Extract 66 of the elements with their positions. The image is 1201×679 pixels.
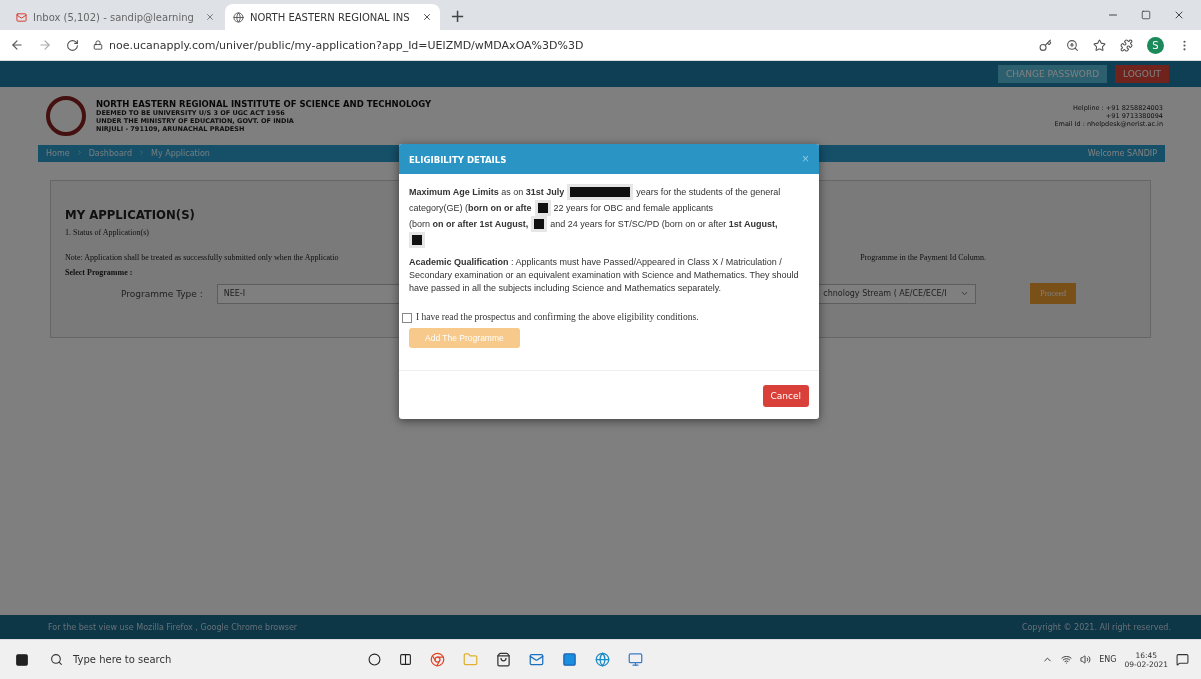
dialog-title: ELIGIBILITY DETAILS <box>409 153 507 165</box>
institute-logo <box>46 96 86 136</box>
welcome-text: Welcome SANDIP <box>1087 149 1157 158</box>
back-icon[interactable] <box>10 38 24 52</box>
checkbox-label: I have read the prospectus and confirming the above eligibility conditions. <box>416 311 699 324</box>
puzzle-icon[interactable] <box>1120 38 1133 52</box>
new-tab-button[interactable]: + <box>442 4 474 26</box>
logout-button[interactable]: LOGOUT <box>1115 65 1169 83</box>
breadcrumb-separator <box>138 149 146 158</box>
copyright-text: Copyright © 2021. All right reserved. <box>1021 622 1171 632</box>
section-heading: 1. Status of Application(s) <box>65 228 149 237</box>
age-limit-text: 22 years for OBC and female applicants <box>553 201 714 215</box>
language-indicator[interactable]: ENG <box>1099 655 1117 664</box>
redaction-block <box>409 232 425 248</box>
breadcrumb-separator <box>75 149 83 158</box>
close-icon[interactable] <box>205 12 215 22</box>
page-heading: MY APPLICATION(S) <box>65 207 195 222</box>
lock-icon <box>93 40 103 50</box>
volume-icon[interactable] <box>1080 654 1092 665</box>
wifi-icon[interactable] <box>1061 654 1073 665</box>
url-field[interactable]: noe.ucanapply.com/univer/public/my-application?app_Id=UElZMD/wMDAxOA%3D%3D <box>109 38 584 52</box>
breadcrumb-link[interactable]: Home <box>46 149 70 158</box>
browser-tab[interactable]: Inbox (5,102) - sandip@learning <box>8 4 223 30</box>
age-limit-text: (born on or after 1st August, <box>409 217 529 231</box>
close-icon[interactable] <box>422 12 432 22</box>
breadcrumb-link[interactable]: My Application <box>151 149 210 158</box>
age-limit-text: and 24 years for ST/SC/PD (born on or after 1st August, <box>550 217 778 231</box>
taskbar-search-field[interactable]: Type here to search <box>73 654 172 665</box>
globe-icon <box>233 11 244 23</box>
age-limit-text: years for the students of the general <box>636 185 781 199</box>
breadcrumb-link[interactable]: Dashboard <box>88 149 133 158</box>
reload-icon[interactable] <box>66 38 79 52</box>
maximize-icon[interactable] <box>1141 10 1151 20</box>
app-tile-icon[interactable] <box>562 652 577 667</box>
app-window-icon[interactable] <box>628 652 643 667</box>
notification-icon[interactable] <box>1176 653 1189 666</box>
chevron-down-icon <box>960 289 970 298</box>
redaction-block <box>567 184 634 200</box>
note-text: Programme in the Payment Id Column. <box>860 253 986 262</box>
browser-icon[interactable] <box>430 652 445 667</box>
star-icon[interactable] <box>1093 38 1106 52</box>
close-icon[interactable] <box>1173 9 1185 21</box>
redaction-block <box>534 200 551 216</box>
footer-text: For the best view use Mozilla Firefox , Google Chrome browser <box>48 622 298 632</box>
key-icon[interactable] <box>1039 38 1052 52</box>
mail-icon <box>16 11 27 23</box>
field-label: Programme Type : <box>121 288 203 299</box>
mail-icon[interactable] <box>529 652 544 667</box>
stream-select[interactable]: chnology Stream ( AE/CE/ECE/I <box>816 283 977 304</box>
task-view-icon[interactable] <box>399 653 412 666</box>
zoom-icon[interactable] <box>1066 38 1079 52</box>
checkbox[interactable] <box>402 312 412 323</box>
windows-start-icon[interactable] <box>15 652 29 667</box>
redaction-block <box>531 216 548 232</box>
browser-tab[interactable]: NORTH EASTERN REGIONAL INS <box>225 4 440 30</box>
age-limit-text: Maximum Age Limits as on 31st July <box>409 185 565 199</box>
cancel-button[interactable]: Cancel <box>762 385 809 407</box>
profile-avatar[interactable]: S <box>1147 36 1164 54</box>
cortana-circle-icon[interactable] <box>368 653 381 666</box>
institute-name: NORTH EASTERN REGIONAL INSTITUTE OF SCIENCE AND TECHNOLOGY <box>96 99 433 109</box>
age-limit-text: category(GE) (born on or afte <box>409 201 532 215</box>
select-label: Select Programme : <box>65 268 133 277</box>
note-text: Note: Application shall be treated as successfully submitted only when the Applicatio <box>65 253 339 262</box>
browser-globe-icon[interactable] <box>595 652 610 667</box>
shopping-bag-icon[interactable] <box>496 652 511 667</box>
search-icon[interactable] <box>50 653 63 666</box>
